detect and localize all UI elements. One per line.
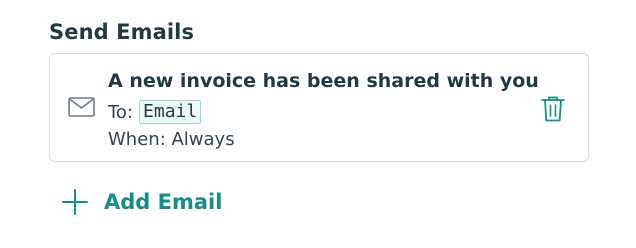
email-rule-card: A new invoice has been shared with you T… xyxy=(49,53,589,162)
section-title: Send Emails xyxy=(49,20,195,44)
recipient-line: To: Email xyxy=(108,100,202,124)
mail-icon xyxy=(68,97,95,117)
when-condition: When: Always xyxy=(108,129,235,150)
send-emails-panel: Send Emails A new invoice has been share… xyxy=(0,0,636,248)
recipient-chip[interactable]: Email xyxy=(139,100,202,124)
plus-icon xyxy=(62,189,88,215)
add-email-button[interactable]: Add Email xyxy=(62,189,222,215)
add-email-label: Add Email xyxy=(104,190,223,214)
email-rule-title: A new invoice has been shared with you xyxy=(108,70,539,92)
trash-icon xyxy=(541,96,565,122)
delete-email-button[interactable] xyxy=(540,95,566,123)
to-label: To: xyxy=(108,101,134,123)
